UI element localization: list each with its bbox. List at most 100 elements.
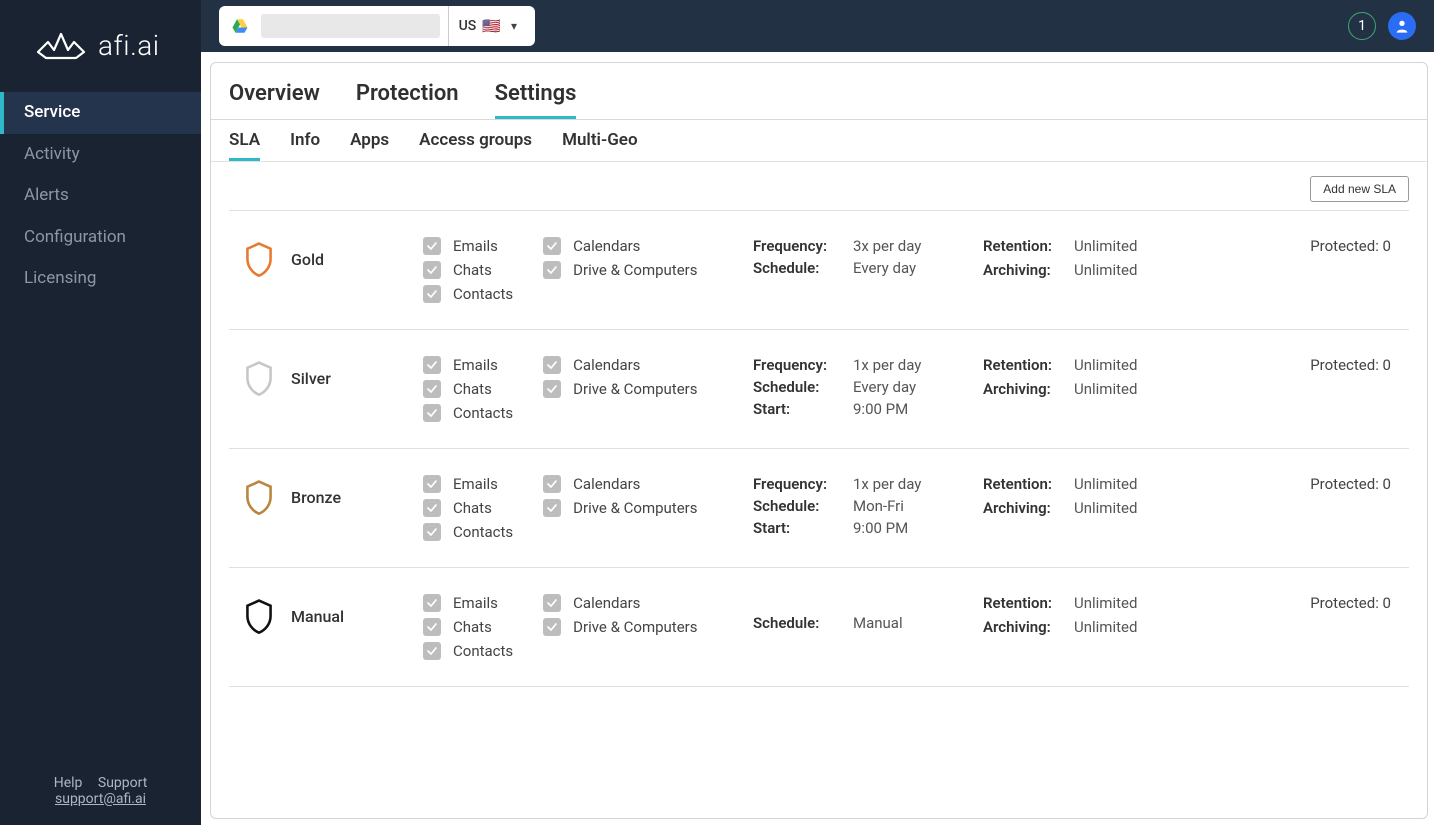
user-icon [1394,18,1410,34]
sidebar-nav: Service Activity Alerts Configuration Li… [0,92,201,775]
checkbox-label: Calendars [573,594,640,612]
checkbox-label: Chats [453,618,492,636]
sla-retention-cell: Retention:UnlimitedArchiving:Unlimited [983,594,1213,642]
checkbox-checked-icon [543,475,561,493]
subtab-info[interactable]: Info [290,130,320,161]
checkbox-label: Emails [453,356,498,374]
sla-apps-cell: EmailsChatsContactsCalendarsDrive & Comp… [423,594,753,660]
sla-protected-cell: Protected: 0 [1213,594,1399,612]
notifications-badge[interactable]: 1 [1348,12,1376,40]
sla-schedule-cell: Schedule:Manual [753,594,983,636]
checkbox-label: Emails [453,237,498,255]
sla-schedule-cell: Frequency:1x per daySchedule:Mon-FriStar… [753,475,983,541]
checkbox-item: Calendars [543,356,697,374]
tenant-selector[interactable]: US 🇺🇸 ▾ [219,6,535,46]
shield-icon [243,360,275,396]
subtab-access-groups[interactable]: Access groups [419,130,532,161]
checkbox-label: Calendars [573,237,640,255]
checkbox-label: Calendars [573,475,640,493]
checkbox-label: Contacts [453,523,513,541]
checkbox-item: Contacts [423,523,513,541]
sidebar-footer: Help Support support@afi.ai [0,775,201,825]
checkbox-checked-icon [423,523,441,541]
sidebar-item-service[interactable]: Service [0,92,201,134]
checkbox-checked-icon [423,237,441,255]
sla-retention-cell: Retention:UnlimitedArchiving:Unlimited [983,237,1213,285]
checkbox-label: Chats [453,499,492,517]
tab-protection[interactable]: Protection [356,81,459,119]
checkbox-item: Drive & Computers [543,499,697,517]
sla-row[interactable]: Gold Emails Chats Contacts Calendars Drive & … [229,210,1409,329]
topbar: US 🇺🇸 ▾ 1 [201,0,1434,52]
google-drive-icon [231,17,249,35]
sidebar-item-activity[interactable]: Activity [0,134,201,176]
protected-label: Protected: 0 [1310,356,1391,374]
sidebar: afi.ai Service Activity Alerts Configura… [0,0,201,825]
checkbox-checked-icon [423,380,441,398]
settings-subtabs: SLA Info Apps Access groups Multi-Geo [211,120,1427,162]
checkbox-label: Drive & Computers [573,380,697,398]
sla-retention-cell: Retention:UnlimitedArchiving:Unlimited [983,475,1213,523]
sidebar-item-licensing[interactable]: Licensing [0,258,201,300]
checkbox-checked-icon [423,356,441,374]
footer-help-link[interactable]: Help [54,775,83,791]
sidebar-item-alerts[interactable]: Alerts [0,175,201,217]
sla-name-cell: Gold [243,237,423,277]
protected-label: Protected: 0 [1310,237,1391,255]
subtab-multi-geo[interactable]: Multi-Geo [562,130,638,161]
sla-apps-cell: Emails Chats Contacts Calendars Drive & Comp… [423,356,753,422]
sla-row[interactable]: ManualEmailsChatsContactsCalendarsDrive … [229,567,1409,687]
region-selector[interactable]: US 🇺🇸 ▾ [448,6,527,46]
sla-apps-cell: Emails Chats Contacts Calendars Drive & Comp… [423,237,753,303]
checkbox-label: Drive & Computers [573,499,697,517]
sla-toolbar: Add new SLA [229,176,1409,202]
sla-name-cell: Manual [243,594,423,634]
checkbox-item: Calendars [543,237,697,255]
checkbox-item: Chats [423,261,513,279]
user-avatar[interactable] [1388,12,1416,40]
subtab-apps[interactable]: Apps [350,130,389,161]
tab-settings[interactable]: Settings [495,81,577,119]
primary-tabs: Overview Protection Settings [211,63,1427,120]
protected-label: Protected: 0 [1310,475,1391,493]
checkbox-label: Emails [453,594,498,612]
add-new-sla-button[interactable]: Add new SLA [1310,176,1409,202]
sla-name-cell: Silver [243,356,423,396]
checkbox-item: Drive & Computers [543,618,697,636]
checkbox-item: Calendars [543,475,697,493]
checkbox-item: Chats [423,380,513,398]
checkbox-label: Chats [453,261,492,279]
footer-support-link[interactable]: Support [98,775,147,791]
sla-name-cell: Bronze [243,475,423,515]
sla-retention-cell: Retention:UnlimitedArchiving:Unlimited [983,356,1213,404]
chevron-down-icon: ▾ [511,19,517,33]
sla-name: Manual [291,607,344,626]
sidebar-item-configuration[interactable]: Configuration [0,217,201,259]
brand-text: afi.ai [98,29,160,62]
checkbox-checked-icon [423,404,441,422]
sla-name: Bronze [291,488,341,507]
checkbox-checked-icon [423,594,441,612]
checkbox-item: Chats [423,499,513,517]
sla-row[interactable]: Silver Emails Chats Contacts Calendars Drive … [229,329,1409,448]
sla-row[interactable]: BronzeEmailsChatsContactsCalendarsDrive … [229,448,1409,567]
sla-schedule-cell: Frequency:3x per daySchedule:Every day [753,237,983,281]
checkbox-label: Contacts [453,404,513,422]
tab-overview[interactable]: Overview [229,81,320,119]
checkbox-checked-icon [543,499,561,517]
us-flag-icon: 🇺🇸 [482,17,501,35]
footer-email-link[interactable]: support@afi.ai [55,791,146,807]
checkbox-checked-icon [543,356,561,374]
checkbox-checked-icon [423,475,441,493]
checkbox-checked-icon [423,618,441,636]
subtab-sla[interactable]: SLA [229,130,260,161]
sla-list: Gold Emails Chats Contacts Calendars Drive & … [229,210,1409,687]
sla-apps-cell: EmailsChatsContactsCalendarsDrive & Comp… [423,475,753,541]
shield-icon [243,598,275,634]
crown-icon [34,28,88,62]
checkbox-checked-icon [423,261,441,279]
sla-name: Silver [291,369,331,388]
checkbox-item: Emails [423,237,513,255]
checkbox-label: Drive & Computers [573,261,697,279]
checkbox-item: Contacts [423,285,513,303]
